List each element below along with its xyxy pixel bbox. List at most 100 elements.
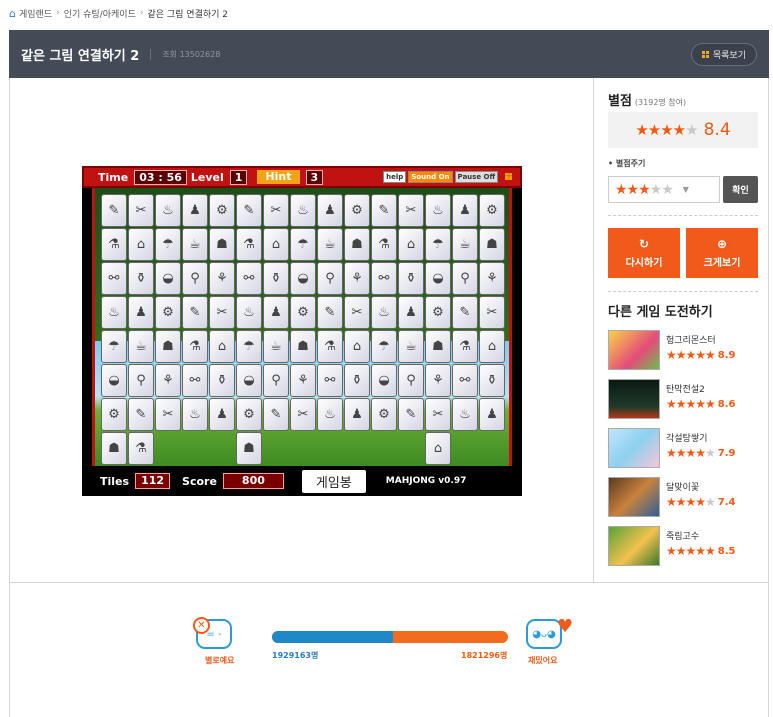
mahjong-tile[interactable]: ◒ xyxy=(101,364,127,397)
mahjong-tile[interactable]: ✂ xyxy=(344,296,370,329)
mahjong-tile[interactable]: ☂ xyxy=(101,330,127,363)
mahjong-tile[interactable]: ♟ xyxy=(479,398,505,431)
mahjong-tile[interactable]: ⌂ xyxy=(128,228,154,261)
mahjong-tile[interactable]: ☗ xyxy=(236,432,262,465)
mahjong-tile[interactable]: ✂ xyxy=(209,296,235,329)
game-thumbnail[interactable] xyxy=(608,379,660,419)
mahjong-tile[interactable]: ☂ xyxy=(236,330,262,363)
help-button[interactable]: help xyxy=(383,171,407,183)
mahjong-tile[interactable]: ♟ xyxy=(317,194,343,227)
mahjong-tile[interactable]: ☕ xyxy=(452,228,478,261)
replay-button[interactable]: ↻ 다시하기 xyxy=(608,228,680,278)
mahjong-tile[interactable]: ⚯ xyxy=(236,262,262,295)
mahjong-tile[interactable]: ⚘ xyxy=(290,364,316,397)
mahjong-tile[interactable]: ⚱ xyxy=(263,262,289,295)
mahjong-tile[interactable]: ♟ xyxy=(263,296,289,329)
other-game-item[interactable]: 헝그리몬스터 ★★★★★ 8.9 xyxy=(608,330,763,372)
mahjong-tile[interactable]: ♟ xyxy=(344,398,370,431)
mahjong-tile[interactable]: ☕ xyxy=(182,228,208,261)
pause-toggle[interactable]: Pause Off xyxy=(454,171,499,183)
mahjong-tile[interactable]: ⚲ xyxy=(452,262,478,295)
mahjong-tile[interactable]: ⚘ xyxy=(344,262,370,295)
mahjong-tile[interactable]: ⚘ xyxy=(155,364,181,397)
mahjong-tile[interactable]: ☗ xyxy=(209,228,235,261)
rating-select[interactable]: ★★★★★ ▼ xyxy=(608,176,720,203)
other-game-item[interactable]: 탄막전설2 ★★★★★ 8.6 xyxy=(608,379,763,421)
mahjong-tile[interactable]: ♟ xyxy=(452,194,478,227)
mahjong-tile[interactable]: ☗ xyxy=(479,228,505,261)
mahjong-tile[interactable]: ✎ xyxy=(263,398,289,431)
mahjong-tile[interactable]: ♟ xyxy=(209,398,235,431)
mahjong-tile[interactable]: ⚙ xyxy=(371,398,397,431)
confirm-button[interactable]: 확인 xyxy=(723,176,758,203)
breadcrumb-category[interactable]: 인기 슈팅/아케이드 xyxy=(64,7,136,20)
mahjong-tile[interactable]: ⌂ xyxy=(344,330,370,363)
mahjong-tile[interactable]: ☂ xyxy=(371,330,397,363)
mahjong-tile[interactable]: ⚗ xyxy=(371,228,397,261)
mahjong-tile[interactable]: ⚲ xyxy=(128,364,154,397)
mahjong-tile[interactable]: ⚗ xyxy=(128,432,154,465)
game-thumbnail[interactable] xyxy=(608,477,660,517)
game-thumbnail[interactable] xyxy=(608,428,660,468)
game-name[interactable]: 탄막전설2 xyxy=(666,382,705,395)
mahjong-tile[interactable]: ♨ xyxy=(425,194,451,227)
mahjong-tile[interactable]: ◒ xyxy=(371,364,397,397)
mahjong-tile[interactable]: ☂ xyxy=(155,228,181,261)
mahjong-tile[interactable]: ⚲ xyxy=(317,262,343,295)
mahjong-tile[interactable]: ⚙ xyxy=(479,194,505,227)
mahjong-tile[interactable]: ♟ xyxy=(128,296,154,329)
mahjong-tile[interactable]: ☕ xyxy=(398,330,424,363)
mahjong-tile[interactable]: ♨ xyxy=(290,194,316,227)
mahjong-tile[interactable]: ⚲ xyxy=(182,262,208,295)
menu-icon[interactable]: ▦ xyxy=(504,172,513,182)
mahjong-tile[interactable]: ⚯ xyxy=(371,262,397,295)
mahjong-tile[interactable]: ⚯ xyxy=(317,364,343,397)
mahjong-tile[interactable]: ⚗ xyxy=(182,330,208,363)
mahjong-tile[interactable]: ⚱ xyxy=(398,262,424,295)
mahjong-tile[interactable]: ☗ xyxy=(344,228,370,261)
other-game-item[interactable]: 죽림고수 ★★★★★ 8.5 xyxy=(608,526,763,568)
sound-toggle[interactable]: Sound On xyxy=(408,171,453,183)
mahjong-tile[interactable]: ☗ xyxy=(290,330,316,363)
game-name[interactable]: 헝그리몬스터 xyxy=(666,333,716,346)
mahjong-tile[interactable]: ⚘ xyxy=(479,262,505,295)
mahjong-tile[interactable]: ⚙ xyxy=(155,296,181,329)
mahjong-tile[interactable]: ⚙ xyxy=(344,194,370,227)
mahjong-tile[interactable]: ☗ xyxy=(101,432,127,465)
mahjong-tile[interactable]: ⚲ xyxy=(398,364,424,397)
mahjong-tile[interactable]: ✂ xyxy=(155,398,181,431)
mahjong-tile[interactable]: ♟ xyxy=(182,194,208,227)
list-button[interactable]: 목록보기 xyxy=(690,43,757,66)
other-game-item[interactable]: 각설탕쌓기 ★★★★★ 7.9 xyxy=(608,428,763,470)
mahjong-tile[interactable]: ⚙ xyxy=(236,398,262,431)
mahjong-tile[interactable]: ♨ xyxy=(452,398,478,431)
game-thumbnail[interactable] xyxy=(608,526,660,566)
mahjong-tile[interactable]: ♨ xyxy=(155,194,181,227)
hint-button[interactable]: Hint xyxy=(257,170,300,184)
mahjong-tile[interactable]: ⚱ xyxy=(209,364,235,397)
mahjong-tile[interactable]: ⚙ xyxy=(425,296,451,329)
mahjong-tile[interactable]: ⚙ xyxy=(290,296,316,329)
mahjong-tile[interactable]: ✎ xyxy=(452,296,478,329)
mahjong-tile[interactable]: ⚲ xyxy=(263,364,289,397)
mahjong-tile[interactable]: ⚙ xyxy=(101,398,127,431)
mahjong-tile[interactable]: ◒ xyxy=(290,262,316,295)
mahjong-tile[interactable]: ⚘ xyxy=(425,364,451,397)
game-name[interactable]: 죽림고수 xyxy=(666,529,699,542)
mahjong-tile[interactable]: ⚗ xyxy=(236,228,262,261)
mahjong-tile[interactable]: ⌂ xyxy=(425,432,451,465)
mahjong-tile[interactable]: ♟ xyxy=(398,296,424,329)
mahjong-tile[interactable]: ⚯ xyxy=(452,364,478,397)
mahjong-tile[interactable]: ⚱ xyxy=(479,364,505,397)
mahjong-tile[interactable]: ♨ xyxy=(182,398,208,431)
mahjong-tile[interactable]: ⚯ xyxy=(101,262,127,295)
mahjong-tile[interactable]: ✎ xyxy=(128,398,154,431)
mahjong-tile[interactable]: ◒ xyxy=(155,262,181,295)
mahjong-tile[interactable]: ☗ xyxy=(155,330,181,363)
mahjong-tile[interactable]: ✂ xyxy=(425,398,451,431)
dislike-label[interactable]: 별로예요 xyxy=(205,655,234,666)
mahjong-tile[interactable]: ✂ xyxy=(479,296,505,329)
game-name[interactable]: 달맞이꽃 xyxy=(666,480,699,493)
mahjong-tile[interactable]: ⚯ xyxy=(182,364,208,397)
mahjong-tile[interactable]: ⚱ xyxy=(344,364,370,397)
